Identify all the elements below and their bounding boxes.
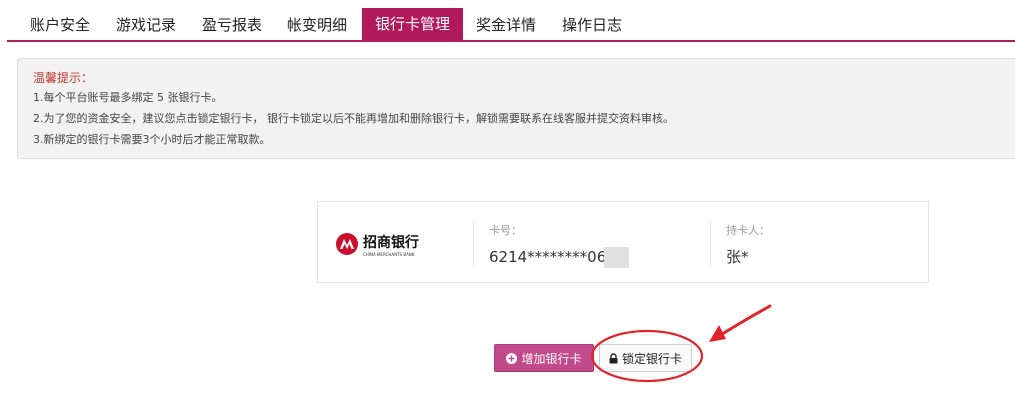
card-number-label: 卡号： [489, 224, 522, 237]
tab-operation-log[interactable]: 操作日志 [557, 10, 627, 40]
notice-line: 2.为了您的资金安全，建议您点击锁定银行卡， 银行卡锁定以后不能再增加和删除银行… [33, 112, 674, 125]
notice-line: 3.新绑定的银行卡需要3个小时后才能正常取款。 [33, 133, 271, 146]
card-divider [710, 220, 711, 267]
tab-account-security[interactable]: 账户安全 [26, 10, 94, 40]
tab-bank-card-management[interactable]: 银行卡管理 [362, 8, 463, 41]
bank-logo: 招商银行 CHINA MERCHANTS BANK [336, 233, 419, 257]
annotation-arrow-head [709, 325, 726, 342]
lock-bank-card-label: 锁定银行卡 [621, 352, 682, 366]
bank-card: 招商银行 CHINA MERCHANTS BANK 卡号： 6214******… [317, 201, 929, 283]
card-holder-label: 持卡人： [726, 224, 770, 237]
bank-name-en: CHINA MERCHANTS BANK [363, 252, 415, 257]
lock-icon [609, 353, 618, 364]
card-divider [473, 220, 474, 267]
lock-bank-card-button[interactable]: 锁定银行卡 [599, 344, 692, 372]
notice-box: 温馨提示： 1.每个平台账号最多绑定 5 张银行卡。 2.为了您的资金安全，建议… [17, 58, 1015, 159]
notice-line: 1.每个平台账号最多绑定 5 张银行卡。 [33, 91, 223, 104]
tab-game-records[interactable]: 游戏记录 [112, 10, 180, 40]
annotation-arrow-line [717, 304, 772, 338]
tab-underline [7, 40, 1015, 42]
tab-bar: 账户安全 游戏记录 盈亏报表 帐变明细 银行卡管理 奖金详情 操作日志 [0, 0, 1015, 44]
bank-name-cn: 招商银行 [363, 234, 419, 251]
cmb-logo-icon [336, 233, 358, 255]
plus-circle-icon [506, 353, 518, 364]
tab-account-changes[interactable]: 帐变明细 [283, 10, 351, 40]
add-bank-card-label: 增加银行卡 [521, 352, 582, 366]
card-number: 6214********06 [489, 248, 607, 266]
card-holder: 张* [726, 248, 749, 266]
card-number-mask [604, 247, 629, 268]
tab-bonus-details[interactable]: 奖金详情 [471, 10, 541, 40]
tab-profit-report[interactable]: 盈亏报表 [198, 10, 266, 40]
add-bank-card-button[interactable]: 增加银行卡 [494, 344, 594, 372]
notice-title: 温馨提示： [33, 71, 94, 85]
